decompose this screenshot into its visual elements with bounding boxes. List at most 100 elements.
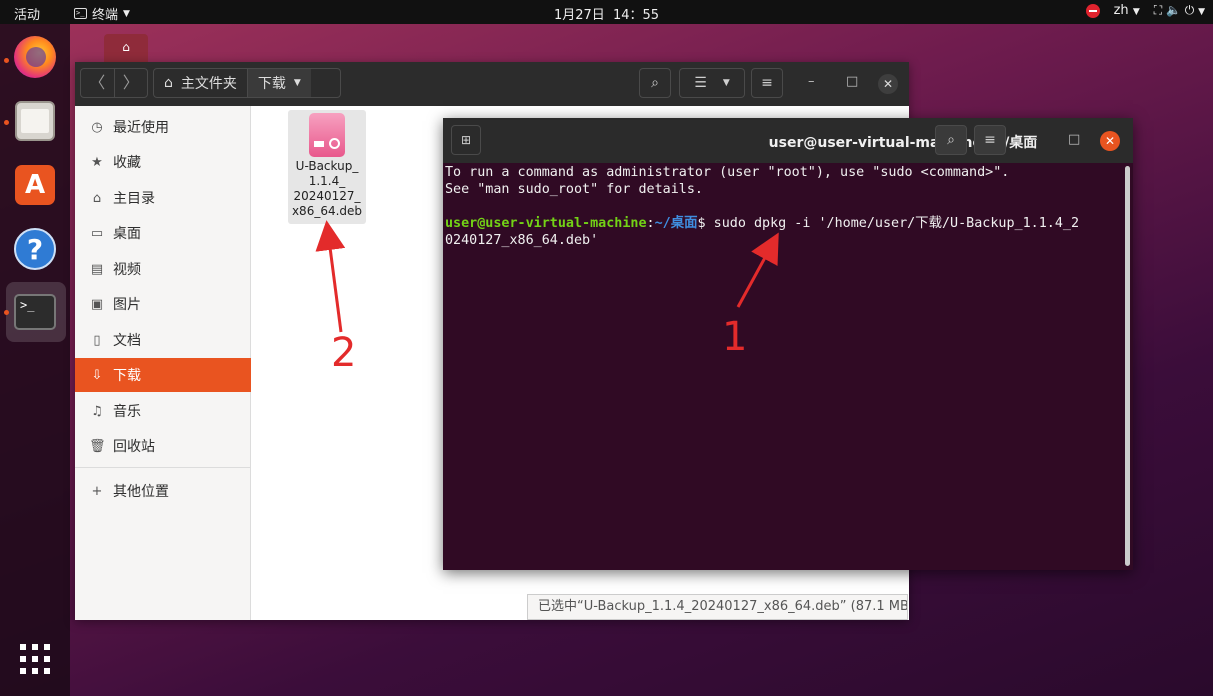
selection-status: 已选中“U-Backup_1.1.4_20240127_x86_64.deb” … (527, 594, 908, 620)
dock: A ? >_ (0, 24, 70, 696)
file-name: U-Backup_ 1.1.4_ 20240127_ x86_64.deb (288, 159, 366, 219)
file-name-line: 1.1.4_ (308, 174, 346, 188)
sidebar-item-desktop[interactable]: ▭ 桌面 (75, 216, 251, 250)
sidebar-item-label: 回收站 (113, 439, 155, 455)
home-icon: ⌂ (164, 75, 173, 91)
sidebar-item-starred[interactable]: ★ 收藏 (75, 145, 251, 179)
show-applications-icon[interactable] (20, 644, 50, 674)
terminal-line: To run a command as administrator (user … (445, 165, 1010, 180)
annotation-label-2: 2 (331, 330, 357, 376)
close-icon: ✕ (882, 77, 894, 91)
new-tab-button[interactable]: ⊞ (451, 125, 481, 155)
running-indicator (4, 120, 9, 125)
sidebar-item-home[interactable]: ⌂ 主目录 (75, 181, 251, 215)
plus-icon: + (91, 483, 103, 499)
hamburger-icon: ≡ (761, 75, 773, 91)
sidebar-item-label: 图片 (113, 297, 141, 313)
dock-software-store[interactable]: A (12, 162, 58, 208)
dock-help[interactable]: ? (12, 226, 58, 272)
terminal-scrollbar[interactable] (1125, 166, 1130, 566)
list-view-icon: ☰ (694, 75, 707, 91)
new-tab-icon: ⊞ (460, 133, 472, 147)
prompt-path: ~/桌面 (654, 216, 698, 231)
search-button[interactable]: ⌕ (639, 68, 671, 98)
do-not-disturb-icon[interactable] (1085, 3, 1100, 18)
files-icon (15, 101, 55, 141)
sidebar-item-downloads[interactable]: ⇩ 下载 (75, 358, 251, 392)
sidebar-item-pictures[interactable]: ▣ 图片 (75, 287, 251, 321)
close-button[interactable]: ✕ (878, 74, 898, 94)
sidebar-item-trash[interactable]: 🗑 回收站 (75, 429, 251, 463)
sidebar-item-label: 桌面 (113, 226, 141, 242)
sidebar-item-label: 主目录 (113, 191, 155, 207)
trash-icon: 🗑 (89, 438, 106, 454)
search-icon: ⌕ (651, 75, 659, 91)
file-name-line: U-Backup_ (295, 159, 359, 173)
clock[interactable]: 1月27日 14：55 (0, 4, 1213, 23)
terminal-menu-button[interactable]: ≡ (974, 125, 1006, 155)
sidebar-item-label: 音乐 (113, 404, 141, 420)
sidebar-item-label: 下载 (113, 368, 141, 384)
dock-files[interactable] (12, 98, 58, 144)
document-icon: ▯ (93, 332, 101, 348)
download-icon: ⇩ (91, 367, 103, 383)
chevron-down-icon: ▼ (722, 78, 730, 88)
path-home[interactable]: ⌂ 主文件夹 (154, 69, 248, 97)
back-button[interactable]: 〈 (81, 69, 115, 97)
command-text: sudo dpkg -i '/home/user/下载/U-Backup_1.1… (713, 216, 1080, 231)
prompt-separator: : (646, 216, 655, 231)
input-method-menu[interactable]: zh ▼ (1114, 3, 1140, 18)
sidebar-item-other-locations[interactable]: + 其他位置 (75, 474, 251, 508)
video-icon: ▤ (90, 261, 104, 277)
path-home-label: 主文件夹 (180, 76, 237, 92)
terminal-minimize-button[interactable]: – (1031, 132, 1038, 147)
music-icon: ♫ (91, 403, 103, 419)
system-tray: zh ▼ ⛶ 🔈 ⏻ ▼ (1085, 3, 1205, 18)
sidebar-item-recent[interactable]: ◷ 最近使用 (75, 110, 251, 144)
sidebar-item-label: 最近使用 (113, 120, 169, 136)
terminal-output[interactable]: To run a command as administrator (user … (445, 164, 1119, 249)
sidebar-item-documents[interactable]: ▯ 文档 (75, 323, 251, 357)
terminal-window[interactable]: ⊞ user@user-virtual-machine: ~/桌面 ⌕ ≡ – … (443, 118, 1133, 570)
sidebar-divider (75, 467, 251, 468)
sidebar-item-music[interactable]: ♫ 音乐 (75, 394, 251, 428)
file-manager-header: 〈 〉 ⌂ 主文件夹 下载 ▼ ⌕ ☰ ▼ ≡ – □ ✕ (75, 62, 909, 106)
file-item-deb[interactable]: U-Backup_ 1.1.4_ 20240127_ x86_64.deb (288, 110, 366, 224)
deb-package-icon (309, 113, 345, 157)
sidebar-item-label: 视频 (113, 262, 141, 278)
forward-button[interactable]: 〉 (115, 69, 148, 97)
view-toggle[interactable]: ☰ ▼ (679, 68, 745, 98)
chevron-down-icon: ▼ (1132, 7, 1140, 17)
menu-button[interactable]: ≡ (751, 68, 783, 98)
sidebar-item-videos[interactable]: ▤ 视频 (75, 252, 251, 286)
terminal-maximize-button[interactable]: □ (1068, 132, 1080, 147)
sidebar-item-label: 其他位置 (113, 484, 169, 500)
chevron-down-icon: ▼ (293, 78, 301, 88)
maximize-button[interactable]: □ (846, 74, 858, 89)
path-current-label: 下载 (257, 76, 286, 92)
sidebar-item-label: 文档 (113, 333, 141, 349)
volume-icon: 🔈 (1165, 3, 1181, 17)
clock-icon: ◷ (91, 119, 103, 135)
annotation-label-1: 1 (722, 314, 748, 360)
top-bar: 活动 >_ 终端 ▼ 1月27日 14：55 zh ▼ ⛶ 🔈 ⏻ ▼ (0, 0, 1213, 24)
network-icon: ⛶ (1153, 3, 1163, 17)
search-icon: ⌕ (947, 132, 955, 148)
desktop-home-folder-icon[interactable]: ⌂ (104, 34, 148, 62)
system-menu[interactable]: ⛶ 🔈 ⏻ ▼ (1154, 3, 1205, 18)
prompt-user: user@user-virtual-machine (445, 216, 647, 231)
terminal-search-button[interactable]: ⌕ (935, 125, 967, 155)
terminal-line: See "man sudo_root" for details. (445, 182, 703, 197)
file-name-line: x86_64.deb (291, 204, 363, 218)
dock-terminal[interactable]: >_ (12, 289, 58, 335)
terminal-icon: >_ (14, 294, 56, 330)
running-indicator (4, 310, 9, 315)
software-store-icon: A (15, 165, 55, 205)
terminal-close-button[interactable]: ✕ (1100, 131, 1120, 151)
terminal-header: ⊞ user@user-virtual-machine: ~/桌面 ⌕ ≡ – … (443, 118, 1133, 163)
path-current[interactable]: 下载 ▼ (247, 69, 311, 97)
dock-firefox[interactable] (12, 34, 58, 80)
file-name-line: 20240127_ (293, 189, 361, 203)
minimize-button[interactable]: – (808, 74, 815, 89)
